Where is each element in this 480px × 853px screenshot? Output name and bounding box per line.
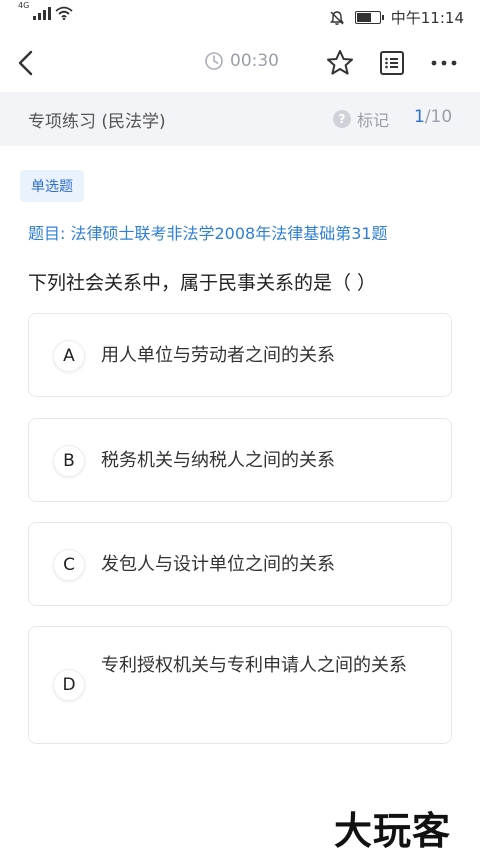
more-button[interactable]	[428, 49, 460, 77]
question-stem: 下列社会关系中，属于民事关系的是（ ）	[28, 272, 377, 294]
question-mark-icon: ?	[333, 110, 351, 128]
question-card: 单选题 题目: 法律硕士联考非法学2008年法律基础第31题 下列社会关系中，属…	[0, 146, 480, 853]
network-type: 4G	[18, 1, 30, 10]
status-time: 中午11:14	[390, 9, 464, 27]
chevron-left-icon	[18, 50, 33, 76]
option-letter: A	[53, 340, 85, 372]
status-right: 中午11:14	[329, 7, 464, 28]
progress-total: /10	[424, 107, 453, 127]
signal-icon	[33, 6, 52, 20]
progress-current: 1	[414, 107, 425, 127]
nav-bar: 00:30	[0, 34, 480, 92]
option-text: 用人单位与劳动者之间的关系	[101, 345, 335, 366]
mute-bell-icon	[329, 10, 344, 25]
option-letter: B	[53, 445, 85, 477]
list-icon	[380, 51, 404, 75]
watermark-logo: 大玩客	[334, 809, 452, 853]
option-d[interactable]: D 专利授权机关与专利申请人之间的关系	[28, 626, 452, 744]
favorite-button[interactable]	[325, 48, 355, 78]
question-progress: 1/10	[414, 107, 452, 127]
practice-header: 专项练习 (民法学) ? 标记 1/10	[0, 92, 480, 146]
option-text: 发包人与设计单位之间的关系	[101, 554, 335, 575]
option-a[interactable]: A 用人单位与劳动者之间的关系	[28, 313, 452, 397]
mark-button[interactable]: ? 标记	[333, 107, 389, 131]
answer-sheet-button[interactable]	[378, 49, 406, 77]
option-c[interactable]: C 发包人与设计单位之间的关系	[28, 522, 452, 606]
question-type-tag: 单选题	[20, 170, 84, 202]
star-outline-icon	[327, 50, 353, 75]
more-dots-icon	[431, 60, 457, 66]
clock-icon	[205, 52, 223, 70]
practice-title: 专项练习 (民法学)	[28, 112, 166, 132]
option-b[interactable]: B 税务机关与纳税人之间的关系	[28, 418, 452, 502]
mark-label: 标记	[357, 111, 390, 130]
status-bar: 4G 中午11:14	[0, 0, 480, 34]
battery-icon	[354, 11, 384, 24]
wifi-icon	[55, 6, 73, 20]
timer: 00:30	[204, 51, 279, 71]
option-letter: C	[53, 549, 85, 581]
timer-value: 00:30	[230, 51, 279, 71]
question-source: 题目: 法律硕士联考非法学2008年法律基础第31题	[28, 224, 388, 243]
back-button[interactable]	[12, 47, 44, 79]
option-text: 税务机关与纳税人之间的关系	[101, 450, 335, 471]
status-left: 4G	[18, 1, 73, 20]
option-letter: D	[53, 669, 85, 701]
option-text: 专利授权机关与专利申请人之间的关系	[101, 655, 407, 676]
